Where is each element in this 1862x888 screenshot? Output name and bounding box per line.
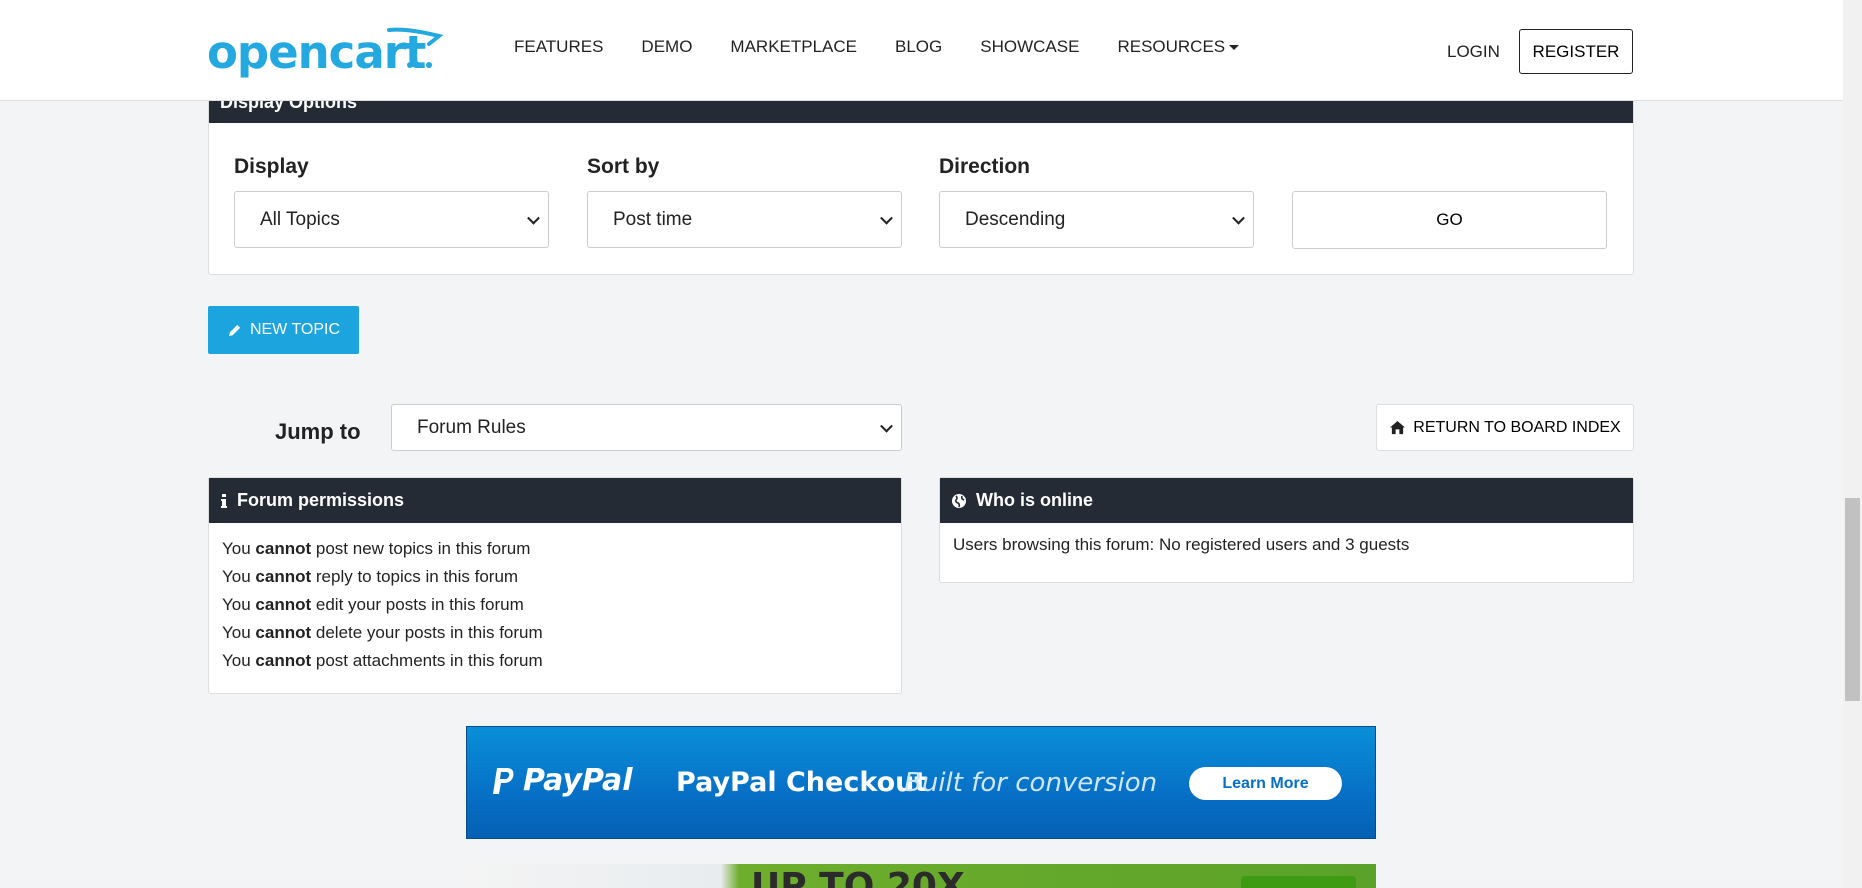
return-label: RETURN TO BOARD INDEX [1413,418,1621,436]
online-users-text: Users browsing this forum: No registered… [953,535,1410,554]
display-select-value: All Topics [260,208,340,230]
cart-icon [387,27,444,68]
forum-permissions-header: Forum permissions [209,478,901,523]
display-select[interactable]: All Topics [234,191,549,248]
main-nav: FEATURES DEMO MARKETPLACE BLOG SHOWCASE … [514,37,1277,57]
paypal-banner-title: PayPal Checkout [676,767,928,798]
nav-marketplace[interactable]: MARKETPLACE [730,37,857,57]
paypal-p-icon [493,767,514,794]
chevron-down-icon [880,419,893,433]
nav-resources[interactable]: RESOURCES [1117,37,1240,57]
permission-item: You cannot post new topics in this forum [222,539,531,558]
nav-demo[interactable]: DEMO [641,37,692,57]
site-header: opencart FEATURES DEMO MARKETPLACE BLOG … [0,0,1843,101]
chevron-down-icon [1232,211,1245,225]
direction-select-value: Descending [965,208,1066,230]
forum-permissions-panel: Forum permissions You cannot post new to… [208,477,902,694]
direction-select[interactable]: Descending [939,191,1254,248]
chevron-down-icon [527,211,540,225]
nav-resources-label: RESOURCES [1117,37,1226,56]
promo-banner-button[interactable] [1241,876,1356,888]
jump-to-label: Jump to [275,419,361,444]
paypal-logo: PayPal [491,763,633,798]
page-scrollbar[interactable] [1843,0,1862,888]
paypal-logo-text: PayPal [523,763,633,798]
login-link[interactable]: LOGIN [1447,42,1500,62]
who-is-online-panel: Who is online Users browsing this forum:… [939,477,1634,583]
jump-to-select[interactable]: Forum Rules [391,404,902,451]
permission-item: You cannot post attachments in this foru… [222,651,543,670]
who-is-online-header: Who is online [940,478,1633,523]
who-is-online-title: Who is online [976,490,1093,510]
caret-down-icon [1229,45,1240,51]
sort-select-value: Post time [613,208,693,230]
return-to-board-index-button[interactable]: RETURN TO BOARD INDEX [1376,404,1634,451]
go-button[interactable]: GO [1292,191,1607,249]
forum-permissions-title: Forum permissions [237,490,405,510]
sort-select[interactable]: Post time [587,191,902,248]
jump-to-value: Forum Rules [417,416,526,438]
display-label: Display [234,155,309,178]
direction-label: Direction [939,155,1031,178]
nav-features[interactable]: FEATURES [514,37,603,57]
learn-more-button[interactable]: Learn More [1189,767,1342,800]
info-icon [220,493,228,509]
sort-label: Sort by [587,155,660,178]
nav-showcase[interactable]: SHOWCASE [980,37,1079,57]
paypal-banner-subtitle: Built for conversion [904,768,1158,798]
permission-item: You cannot edit your posts in this forum [222,595,524,614]
promo-banner[interactable]: UP TO 20X [466,864,1376,888]
nav-blog[interactable]: BLOG [895,37,942,57]
pencil-icon [228,324,241,336]
scrollbar-thumb[interactable] [1845,498,1860,701]
permission-item: You cannot delete your posts in this for… [222,623,543,642]
promo-banner-text: UP TO 20X [751,866,965,888]
globe-icon [951,493,967,509]
new-topic-button[interactable]: NEW TOPIC [208,306,359,354]
permission-item: You cannot reply to topics in this forum [222,567,519,586]
chevron-down-icon [880,211,893,225]
home-icon [1390,420,1406,435]
new-topic-label: NEW TOPIC [249,321,341,338]
permissions-list: You cannot post new topics in this forum… [209,523,901,687]
register-button[interactable]: REGISTER [1519,29,1633,74]
paypal-banner[interactable]: PayPal PayPal Checkout Built for convers… [466,726,1376,839]
